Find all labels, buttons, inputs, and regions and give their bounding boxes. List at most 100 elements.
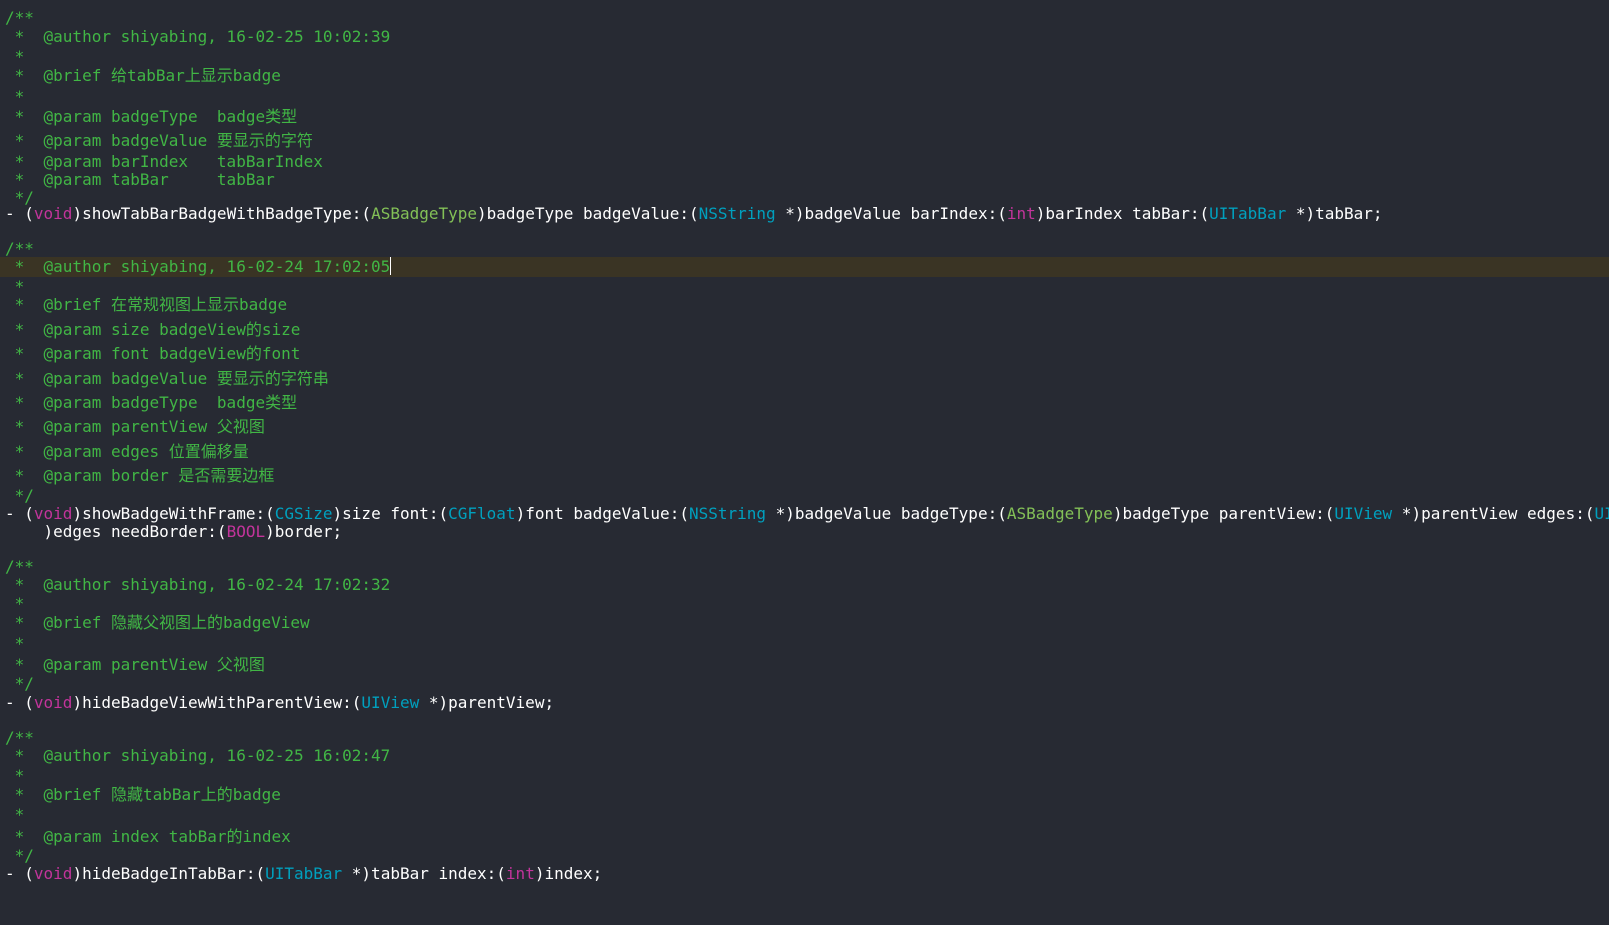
code-line[interactable]: - (void)hideBadgeViewWithParentView:(UIV… <box>0 693 1609 713</box>
code-token-comment: * <box>5 87 25 106</box>
code-line[interactable]: * @param border 是否需要边框 <box>0 466 1609 486</box>
code-line[interactable]: * @param barIndex tabBarIndex <box>0 152 1609 172</box>
code-token-comment: /** <box>5 8 34 27</box>
code-line[interactable]: * @param badgeValue 要显示的字符 <box>0 131 1609 151</box>
code-line-text: * <box>5 766 25 786</box>
code-token-comment: * <box>5 634 25 653</box>
code-line[interactable]: */ <box>0 846 1609 866</box>
code-token-custom-type: ASBadgeType <box>1006 504 1113 523</box>
code-line[interactable]: * @param edges 位置偏移量 <box>0 442 1609 462</box>
code-token-comment: /** <box>5 239 34 258</box>
code-line-text: */ <box>5 674 34 694</box>
code-line[interactable]: * <box>0 594 1609 614</box>
code-line[interactable]: /** <box>0 239 1609 259</box>
code-line[interactable]: * @author shiyabing, 16-02-25 10:02:39 <box>0 27 1609 47</box>
code-line[interactable]: * @param tabBar tabBar <box>0 170 1609 190</box>
code-token-comment: * @param index tabBar的index <box>5 827 291 846</box>
code-line-text: * @author shiyabing, 16-02-25 10:02:39 <box>5 27 391 47</box>
code-token-plain: )hideBadgeViewWithParentView:( <box>72 693 362 712</box>
code-line[interactable]: * @param size badgeView的size <box>0 320 1609 340</box>
code-token-plain: - ( <box>5 864 34 883</box>
code-line-text: * @brief 隐藏tabBar上的badge <box>5 785 281 805</box>
code-line-text: - (void)hideBadgeViewWithParentView:(UIV… <box>5 693 554 713</box>
code-line[interactable]: * @brief 隐藏tabBar上的badge <box>0 785 1609 805</box>
code-token-plain: )index; <box>534 864 603 883</box>
code-line[interactable]: * <box>0 634 1609 654</box>
code-token-plain: )border; <box>265 522 343 541</box>
code-token-keyword: int <box>505 864 535 883</box>
code-token-comment: * @brief 隐藏父视图上的badgeView <box>5 613 310 632</box>
code-token-comment: * @param barIndex tabBarIndex <box>5 152 323 171</box>
code-token-plain: )barIndex tabBar:( <box>1035 204 1210 223</box>
code-token-custom-type: ASBadgeType <box>371 204 478 223</box>
code-line[interactable]: - (void)showBadgeWithFrame:(CGSize)size … <box>0 504 1609 524</box>
code-line[interactable]: * @brief 给tabBar上显示badge <box>0 66 1609 86</box>
code-line[interactable]: * @brief 在常规视图上显示badge <box>0 295 1609 315</box>
code-line[interactable]: * @brief 隐藏父视图上的badgeView <box>0 613 1609 633</box>
code-line[interactable]: - (void)hideBadgeInTabBar:(UITabBar *)ta… <box>0 864 1609 884</box>
code-token-comment: */ <box>5 486 34 505</box>
code-token-comment: * @author shiyabing, 16-02-24 17:02:05 <box>5 257 391 276</box>
code-token-keyword: int <box>1006 204 1036 223</box>
code-token-plain: *)badgeValue barIndex:( <box>775 204 1007 223</box>
code-token-comment: * @brief 给tabBar上显示badge <box>5 66 281 85</box>
code-line[interactable]: )edges needBorder:(BOOL)border; <box>0 522 1609 542</box>
code-line[interactable]: /** <box>0 557 1609 577</box>
code-line-text: * @param badgeValue 要显示的字符串 <box>5 369 329 389</box>
code-token-plain: *)tabBar; <box>1286 204 1383 223</box>
code-token-type: NSString <box>688 504 767 523</box>
code-line[interactable]: * <box>0 766 1609 786</box>
code-token-type: UIView <box>361 693 420 712</box>
code-line-text: * @param tabBar tabBar <box>5 170 275 190</box>
code-line[interactable]: * <box>0 47 1609 67</box>
code-line[interactable]: * <box>0 87 1609 107</box>
code-line-text: * @param barIndex tabBarIndex <box>5 152 323 172</box>
code-line-text: /** <box>5 557 34 577</box>
code-token-comment: * @brief 在常规视图上显示badge <box>5 295 288 314</box>
code-token-comment: /** <box>5 557 34 576</box>
code-token-keyword: BOOL <box>226 522 266 541</box>
code-line[interactable]: * @author shiyabing, 16-02-25 16:02:47 <box>0 746 1609 766</box>
code-token-comment: * <box>5 277 25 296</box>
code-token-type: CGSize <box>274 504 333 523</box>
code-line[interactable]: * @param font badgeView的font <box>0 344 1609 364</box>
code-line-text: * @author shiyabing, 16-02-24 17:02:32 <box>5 575 391 595</box>
code-line[interactable]: * <box>0 805 1609 825</box>
code-token-plain: - ( <box>5 693 34 712</box>
code-token-plain: )showBadgeWithFrame:( <box>72 504 275 523</box>
code-line[interactable]: - (void)showTabBarBadgeWithBadgeType:(AS… <box>0 204 1609 224</box>
code-token-keyword: void <box>33 864 73 883</box>
code-line-text: /** <box>5 8 34 28</box>
code-token-comment: * @param parentView 父视图 <box>5 417 265 436</box>
code-token-plain: )hideBadgeInTabBar:( <box>72 864 266 883</box>
code-token-type: CGFloat <box>448 504 516 523</box>
code-editor[interactable]: /** * @author shiyabing, 16-02-25 10:02:… <box>0 0 1609 925</box>
code-line-text: * @param badgeValue 要显示的字符 <box>5 131 313 151</box>
code-line-text: * @param parentView 父视图 <box>5 655 265 675</box>
code-token-comment: * @param badgeValue 要显示的字符串 <box>5 369 329 388</box>
code-token-plain: )badgeType parentView:( <box>1112 504 1335 523</box>
code-line[interactable]: * @param parentView 父视图 <box>0 417 1609 437</box>
current-code-line[interactable]: * @author shiyabing, 16-02-24 17:02:05 <box>0 257 1609 277</box>
code-token-keyword: void <box>33 504 73 523</box>
code-line[interactable]: * @param parentView 父视图 <box>0 655 1609 675</box>
code-token-comment: */ <box>5 674 34 693</box>
code-token-comment: * @author shiyabing, 16-02-24 17:02:32 <box>5 575 391 594</box>
code-line-text: * @brief 隐藏父视图上的badgeView <box>5 613 310 633</box>
code-line[interactable]: * <box>0 277 1609 297</box>
code-line[interactable]: * @param index tabBar的index <box>0 827 1609 847</box>
code-line-text: /** <box>5 239 34 259</box>
code-line[interactable]: */ <box>0 674 1609 694</box>
code-line-text: * @param edges 位置偏移量 <box>5 442 249 462</box>
code-line-text: * <box>5 47 25 67</box>
code-token-type: UITabBar <box>1209 204 1287 223</box>
code-line-text: * @param badgeType badge类型 <box>5 393 297 413</box>
code-token-comment: /** <box>5 728 34 747</box>
code-line[interactable]: * @param badgeValue 要显示的字符串 <box>0 369 1609 389</box>
code-line[interactable]: * @param badgeType badge类型 <box>0 393 1609 413</box>
code-line[interactable]: /** <box>0 728 1609 748</box>
code-line[interactable]: /** <box>0 8 1609 28</box>
code-line[interactable]: * @param badgeType badge类型 <box>0 107 1609 127</box>
code-line[interactable]: * @author shiyabing, 16-02-24 17:02:32 <box>0 575 1609 595</box>
code-line[interactable]: */ <box>0 486 1609 506</box>
